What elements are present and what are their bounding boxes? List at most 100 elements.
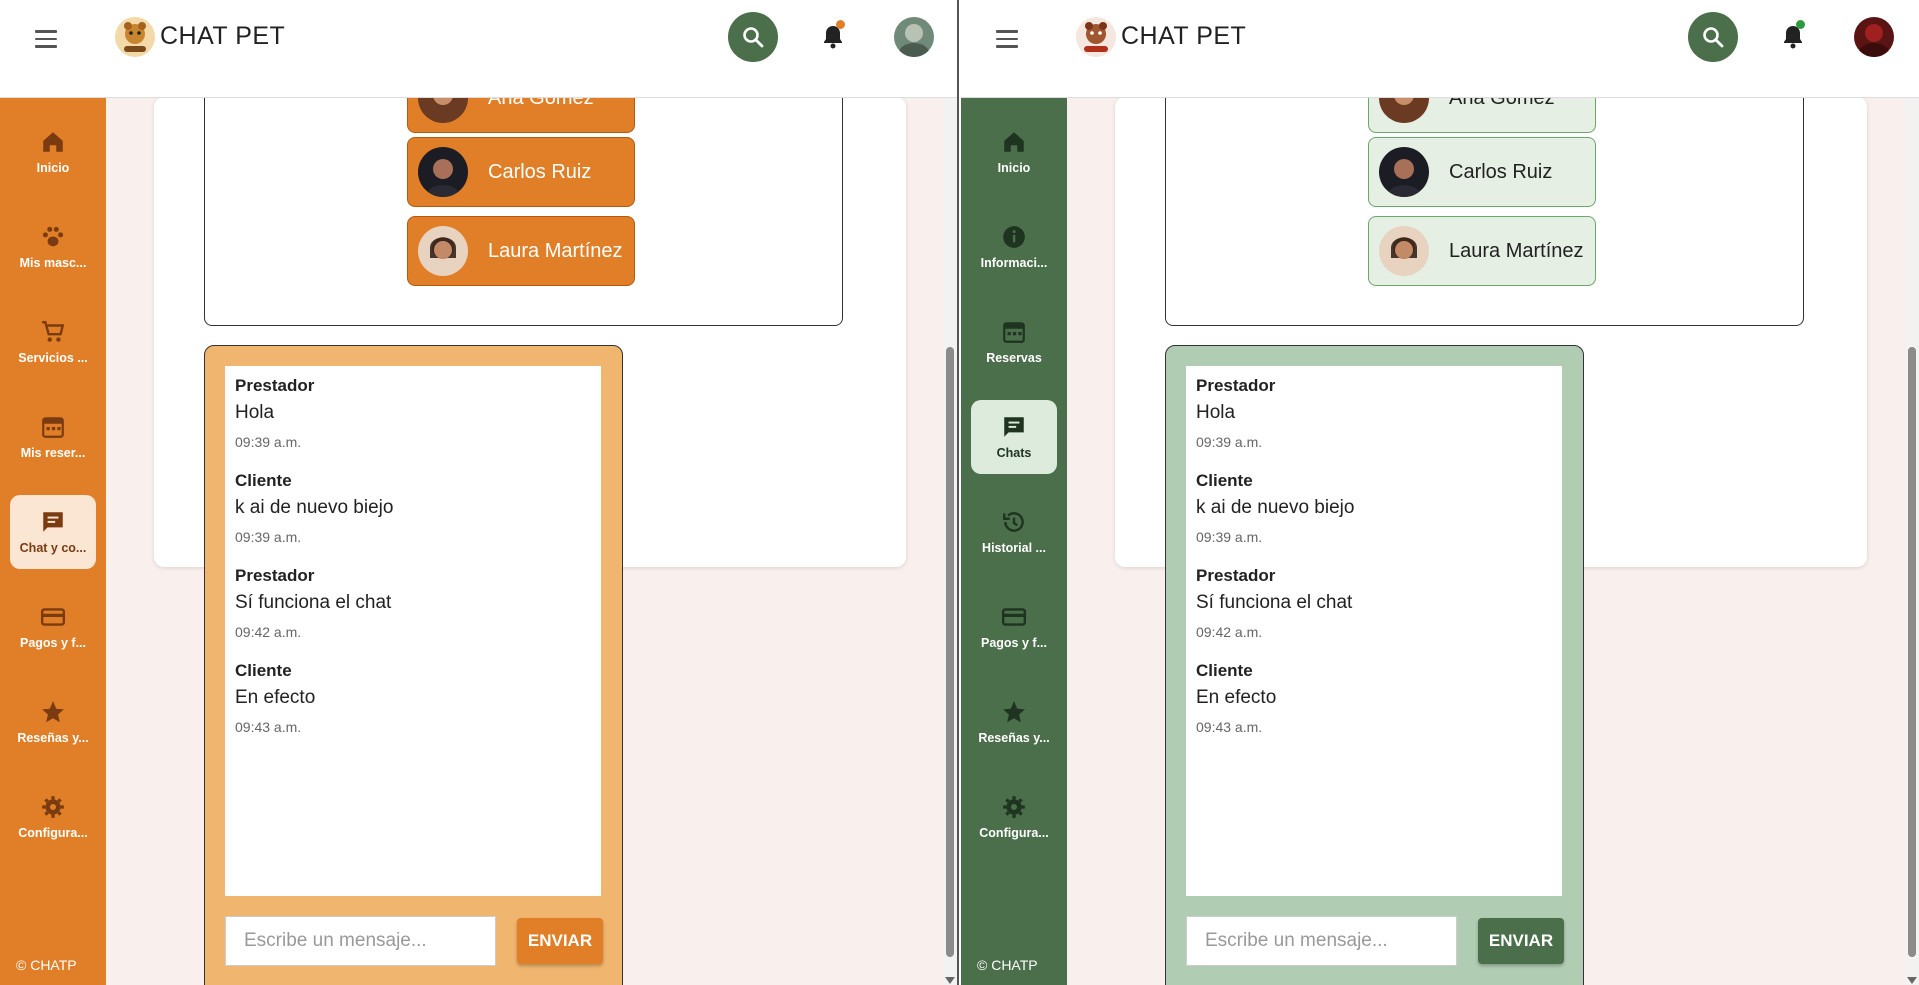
contact-name: Laura Martínez — [1449, 239, 1584, 262]
search-icon — [743, 27, 764, 48]
message-text: k ai de nuevo biejo — [235, 497, 394, 518]
search-button[interactable] — [728, 12, 778, 62]
sidebar-item-inicio[interactable]: Inicio — [10, 115, 96, 189]
sidebar-item-label: Reseñas y... — [978, 731, 1050, 745]
message-sender: Prestador — [235, 566, 315, 585]
contacts-list: Ana Gómez Carlos Ruiz Laura Martínez — [204, 97, 843, 326]
message: Prestador Sí funciona el chat 09:42 a.m. — [1196, 566, 1352, 640]
sidebar-item-reservas[interactable]: Reservas — [971, 305, 1057, 379]
message-sender: Cliente — [235, 661, 292, 680]
sidebar-item-resenas[interactable]: Reseñas y... — [10, 685, 96, 759]
scrollbar[interactable] — [943, 97, 957, 985]
message-list: Prestador Hola 09:39 a.m. Cliente k ai d… — [225, 366, 601, 896]
chat-icon — [1004, 417, 1024, 437]
contact-avatar — [1379, 147, 1429, 197]
sidebar-item-mis-reservas[interactable]: Mis reser... — [10, 400, 96, 474]
contact-avatar — [1379, 97, 1429, 123]
sidebar-item-label: Inicio — [36, 161, 70, 175]
message-input[interactable]: Escribe un mensaje... — [1186, 916, 1457, 966]
main-content: Ana Gómez Carlos Ruiz Laura Martínez Pre… — [1067, 97, 1919, 985]
sidebar-item-label: Configura... — [18, 826, 88, 840]
sidebar-item-chat-active[interactable]: Chat y co... — [10, 495, 96, 569]
scrollbar-thumb[interactable] — [1908, 347, 1916, 957]
top-bar: CHAT PET — [0, 0, 957, 98]
star-icon — [42, 701, 64, 723]
message-text: Sí funciona el chat — [1196, 592, 1353, 613]
copyright-text: © CHATP — [977, 957, 1038, 973]
contact-avatar — [1379, 226, 1429, 276]
message-time: 09:42 a.m. — [235, 624, 302, 640]
brand-title: CHAT PET — [160, 22, 286, 50]
sidebar-item-label: Reseñas y... — [17, 731, 89, 745]
sidebar-item-servicios[interactable]: Servicios ... — [10, 305, 96, 379]
sidebar-item-label: Historial ... — [982, 541, 1046, 555]
sidebar-item-label: Chats — [996, 446, 1032, 460]
message-list: Prestador Hola 09:39 a.m. Cliente k ai d… — [1186, 366, 1562, 896]
sidebar-item-historial[interactable]: Historial ... — [971, 495, 1057, 569]
message-text: En efecto — [235, 687, 316, 708]
chat-pet-logo — [1076, 17, 1116, 57]
gear-icon — [42, 796, 64, 818]
copyright-text: © CHATP — [16, 957, 77, 973]
contact-item[interactable]: Ana Gómez — [1368, 97, 1596, 133]
sidebar-item-inicio[interactable]: Inicio — [971, 115, 1057, 189]
contact-item[interactable]: Laura Martínez — [1368, 216, 1596, 286]
sidebar-item-label: Mis masc... — [19, 256, 87, 270]
chat-panel: Prestador Hola 09:39 a.m. Cliente k ai d… — [1165, 345, 1584, 985]
sidebar-item-chats-active[interactable]: Chats — [971, 400, 1057, 474]
contact-item[interactable]: Ana Gómez — [407, 97, 635, 133]
message-input[interactable]: Escribe un mensaje... — [225, 916, 496, 966]
hamburger-menu-icon[interactable] — [989, 24, 1025, 54]
sidebar-item-resenas[interactable]: Reseñas y... — [971, 685, 1057, 759]
notifications-button[interactable] — [818, 20, 848, 52]
search-icon — [1703, 27, 1724, 48]
scroll-down-arrow[interactable] — [1907, 977, 1917, 984]
contact-name: Ana Gómez — [1449, 97, 1555, 109]
sidebar-item-pagos[interactable]: Pagos y f... — [10, 590, 96, 664]
notification-dot — [836, 20, 845, 29]
sidebar-item-pagos[interactable]: Pagos y f... — [971, 590, 1057, 664]
message-text: k ai de nuevo biejo — [1196, 497, 1355, 518]
user-avatar[interactable] — [1854, 17, 1894, 57]
scrollbar[interactable] — [1905, 97, 1919, 985]
message-text: Hola — [235, 402, 275, 423]
contact-item[interactable]: Carlos Ruiz — [407, 137, 635, 207]
left-window: CHAT PET Inicio Mis masc... Servicios ..… — [0, 0, 959, 985]
message-sender: Prestador — [1196, 376, 1276, 395]
message: Prestador Hola 09:39 a.m. — [235, 376, 314, 450]
message-time: 09:43 a.m. — [235, 719, 302, 735]
chat-pet-logo — [115, 17, 155, 57]
sidebar-item-informacion[interactable]: Informaci... — [971, 210, 1057, 284]
user-avatar[interactable] — [894, 17, 934, 57]
send-button[interactable]: ENVIAR — [517, 918, 603, 964]
sidebar-item-label: Pagos y f... — [981, 636, 1047, 650]
contact-name: Ana Gómez — [488, 97, 594, 109]
sidebar-item-mis-mascotas[interactable]: Mis masc... — [10, 210, 96, 284]
contact-avatar — [418, 147, 468, 197]
contact-avatar — [418, 226, 468, 276]
scrollbar-thumb[interactable] — [946, 347, 954, 957]
right-window: CHAT PET Inicio Informaci... Reservas Ch… — [961, 0, 1919, 985]
message-sender: Prestador — [1196, 566, 1276, 585]
send-button[interactable]: ENVIAR — [1478, 918, 1564, 964]
sidebar-item-label: Servicios ... — [18, 351, 88, 365]
sidebar-item-configuracion[interactable]: Configura... — [971, 780, 1057, 854]
credit-card-icon — [1001, 608, 1027, 626]
message: Prestador Hola 09:39 a.m. — [1196, 376, 1275, 450]
contact-item[interactable]: Carlos Ruiz — [1368, 137, 1596, 207]
contacts-list: Ana Gómez Carlos Ruiz Laura Martínez — [1165, 97, 1804, 326]
sidebar-item-configuracion[interactable]: Configura... — [10, 780, 96, 854]
message: Cliente k ai de nuevo biejo 09:39 a.m. — [1196, 471, 1354, 545]
scroll-down-arrow[interactable] — [945, 977, 955, 984]
brand-title: CHAT PET — [1121, 22, 1247, 50]
contact-item[interactable]: Laura Martínez — [407, 216, 635, 286]
search-button[interactable] — [1688, 12, 1738, 62]
message-sender: Cliente — [235, 471, 292, 490]
message-sender: Cliente — [1196, 661, 1253, 680]
notifications-button[interactable] — [1778, 20, 1808, 52]
main-content: Ana Gómez Carlos Ruiz Laura Martínez Pre… — [106, 97, 957, 985]
info-icon — [1003, 226, 1025, 248]
gear-icon — [1003, 796, 1025, 818]
hamburger-menu-icon[interactable] — [28, 24, 64, 54]
sidebar-item-label: Inicio — [997, 161, 1031, 175]
